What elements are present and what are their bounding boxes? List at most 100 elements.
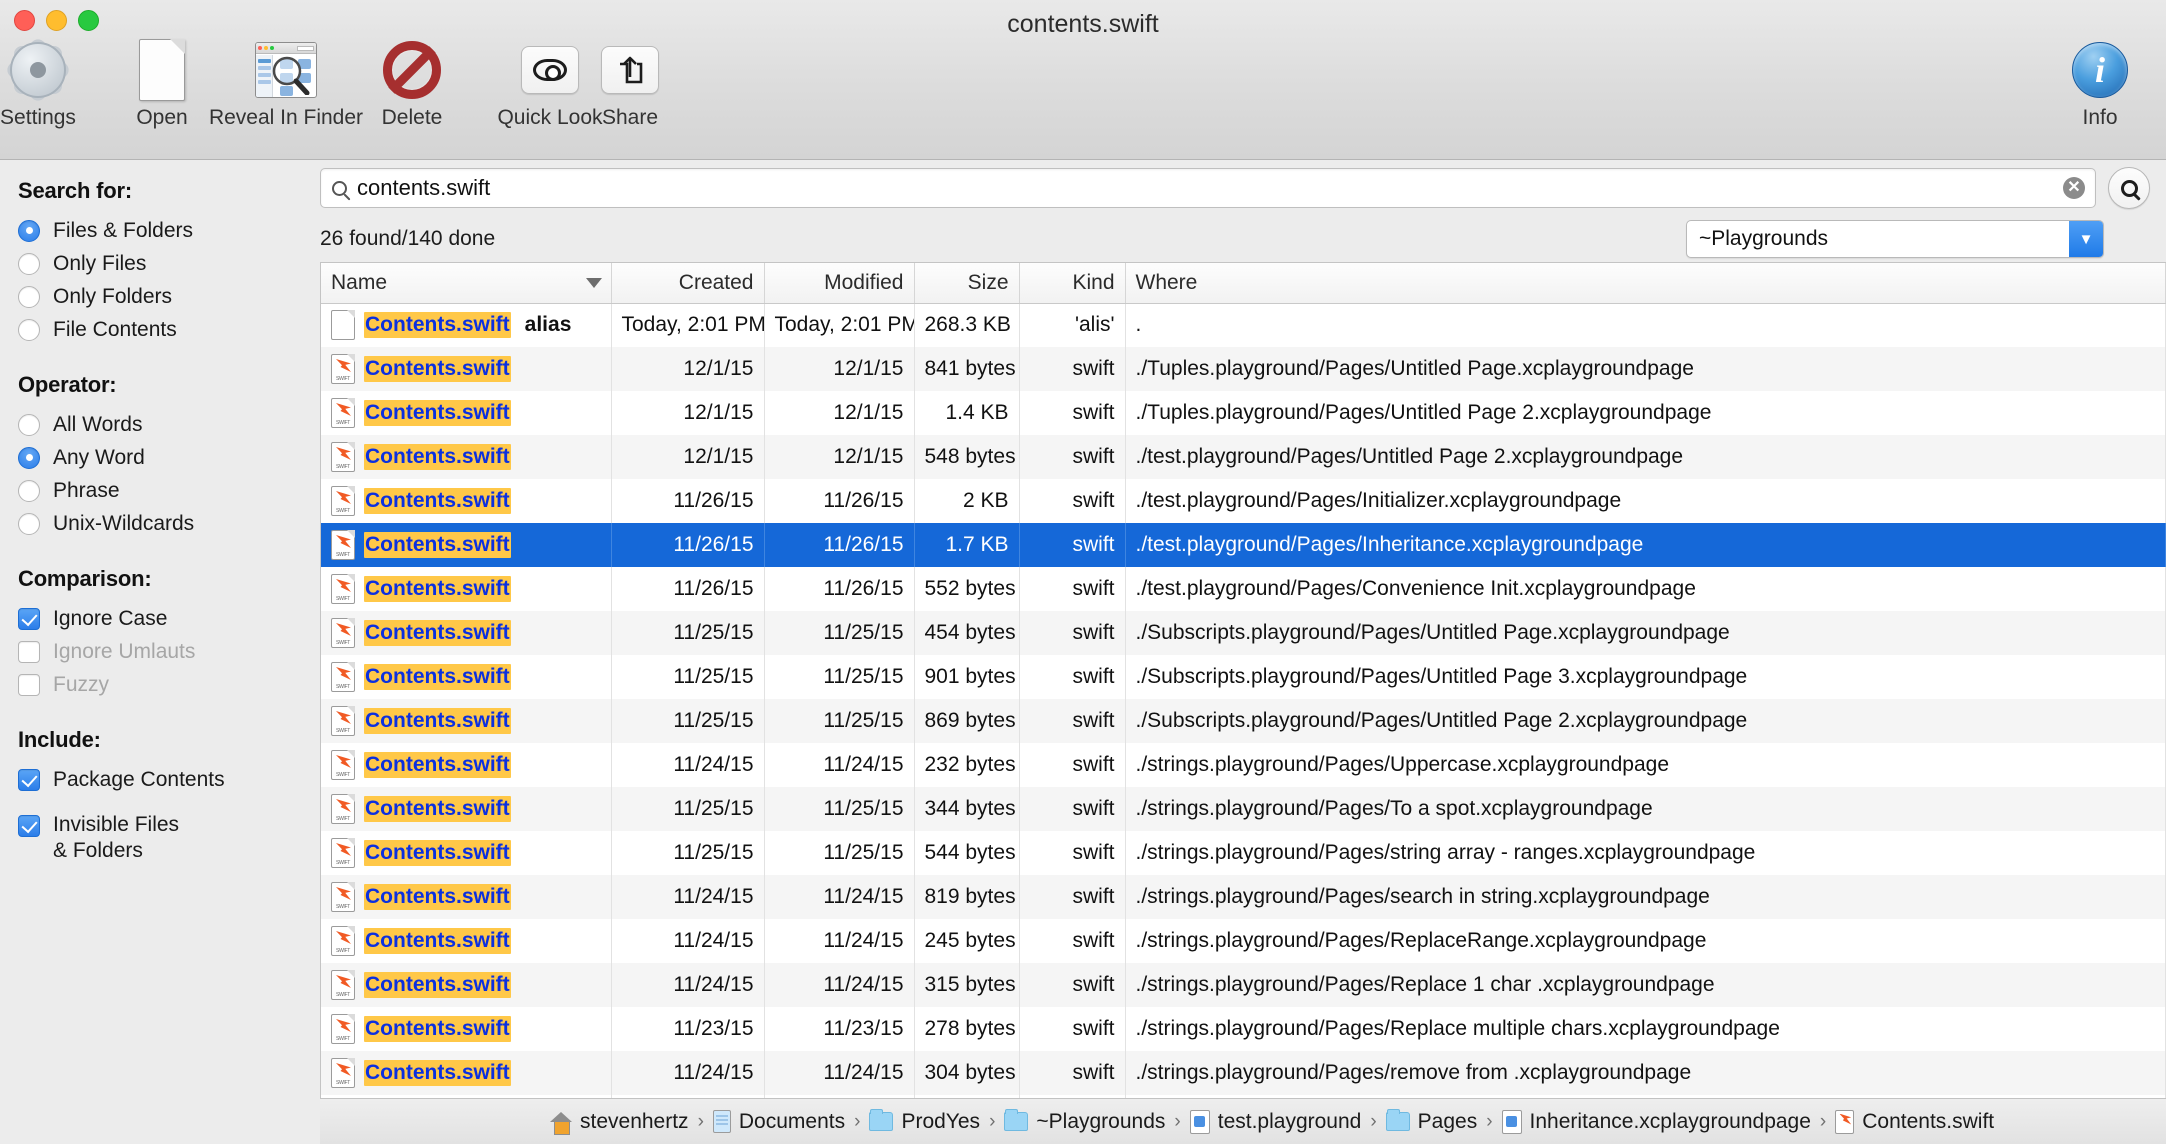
table-row[interactable]: SWIFT Contents.swift 11/24/15 11/24/15 304 b…: [321, 1051, 2166, 1095]
radio-file-contents[interactable]: File Contents: [18, 313, 320, 346]
checkbox-package-contents[interactable]: Package Contents: [18, 763, 320, 796]
file-name: Contents.swift: [364, 664, 511, 690]
table-row[interactable]: SWIFT Contents.swift 12/1/15 12/1/15 841 byt…: [321, 347, 2166, 391]
breadcrumb-item-prodyes[interactable]: ProdYes: [869, 1109, 980, 1134]
cell-modified: 12/1/15: [764, 391, 915, 435]
cell-where: ./test.playground/Pages/Initializer.xcpl…: [1125, 479, 2166, 523]
checkbox-invisible-files-and-folders[interactable]: Invisible Files & Folders: [18, 808, 320, 864]
table-row[interactable]: SWIFT Contents.swift 11/26/15 11/26/15 1.7 K…: [321, 523, 2166, 567]
toolbar-button-settings[interactable]: Settings: [0, 34, 98, 130]
checkbox-ignore-case[interactable]: Ignore Case: [18, 602, 320, 635]
cell-created: 11/25/15: [611, 655, 765, 699]
run-search-button[interactable]: [2108, 167, 2150, 209]
swift-file-icon: SWIFT: [331, 1014, 355, 1044]
checkbox-label: Ignore Umlauts: [53, 639, 196, 663]
search-input[interactable]: [357, 175, 2053, 201]
radio-indicator: [18, 512, 40, 535]
cell-where: ./strings.playground/Pages/Uppercase.xcp…: [1125, 743, 2166, 787]
table-row[interactable]: SWIFT Contents.swift 11/25/15 11/25/15 344 b…: [321, 787, 2166, 831]
body-area: Search for: Files & Folders Only Files O…: [0, 160, 2166, 1144]
checkbox-ignore-umlauts: Ignore Umlauts: [18, 635, 320, 668]
breadcrumb-item-stevenhertz[interactable]: stevenhertz: [550, 1110, 689, 1135]
breadcrumb-item-documents[interactable]: Documents: [712, 1110, 845, 1134]
table-row[interactable]: SWIFT Contents.swift 11/26/15 11/26/15 552 b…: [321, 567, 2166, 611]
cell-name: SWIFT Contents.swift: [321, 655, 612, 699]
table-row[interactable]: SWIFT Contents.swift 11/23/15 11/23/15 278 b…: [321, 1007, 2166, 1051]
radio-any-word[interactable]: Any Word: [18, 441, 320, 474]
cell-size: 819 bytes: [914, 875, 1020, 919]
cell-created: 12/1/15: [611, 347, 765, 391]
table-row[interactable]: SWIFT Contents.swift 11/25/15 11/25/15 454 b…: [321, 611, 2166, 655]
radio-phrase[interactable]: Phrase: [18, 474, 320, 507]
file-name: Contents.swift: [364, 708, 511, 734]
radio-indicator: [18, 446, 40, 469]
breadcrumb-item-playgrounds[interactable]: ~Playgrounds: [1004, 1109, 1166, 1134]
toolbar-button-share[interactable]: Share: [570, 34, 690, 130]
column-header-modified[interactable]: Modified: [764, 263, 915, 304]
breadcrumb-item-pages[interactable]: Pages: [1385, 1109, 1477, 1134]
cell-kind: 'alis': [1019, 303, 1126, 347]
app-window: contents.swift Settings Open Reveal In F…: [0, 0, 2166, 1144]
swift-file-icon: SWIFT: [331, 486, 355, 516]
radio-only-folders[interactable]: Only Folders: [18, 280, 320, 313]
radio-only-files[interactable]: Only Files: [18, 247, 320, 280]
chevron-down-icon[interactable]: ▼: [2069, 221, 2103, 257]
cell-size: 268.3 KB: [914, 303, 1020, 347]
checkbox-label: Ignore Case: [53, 606, 168, 630]
cell-created: 11/25/15: [611, 611, 765, 655]
cell-where: ./test.playground/Pages/Untitled Page 2.…: [1125, 435, 2166, 479]
column-header-where[interactable]: Where: [1125, 263, 2166, 304]
table-row[interactable]: SWIFT Contents.swift 11/24/15 11/24/15 315 b…: [321, 963, 2166, 1007]
cell-where: ./strings.playground/Pages/remove from .…: [1125, 1051, 2166, 1095]
table-row[interactable]: Contents.swift alias Today, 2:01 PM Today, …: [321, 303, 2166, 347]
clear-search-icon[interactable]: ✕: [2063, 177, 2085, 199]
breadcrumb-label: ~Playgrounds: [1036, 1109, 1166, 1133]
checkbox-fuzzy: Fuzzy: [18, 668, 320, 701]
file-name: Contents.swift: [364, 928, 511, 954]
cell-modified: 11/24/15: [764, 743, 915, 787]
options-sidebar: Search for: Files & Folders Only Files O…: [0, 160, 320, 1144]
cell-name: SWIFT Contents.swift: [321, 787, 612, 831]
cell-name: SWIFT Contents.swift: [321, 1007, 612, 1051]
toolbar-button-info[interactable]: i Info: [2040, 34, 2160, 130]
table-row[interactable]: SWIFT Contents.swift 11/24/15 11/24/15 245 b…: [321, 919, 2166, 963]
toolbar-button-delete[interactable]: Delete: [352, 34, 472, 130]
radio-label: Files & Folders: [53, 218, 194, 242]
column-header-created[interactable]: Created: [611, 263, 765, 304]
column-header-size[interactable]: Size: [914, 263, 1020, 304]
table-row[interactable]: SWIFT Contents.swift 12/1/15 12/1/15 548 byt…: [321, 435, 2166, 479]
breadcrumb-item-test-playground[interactable]: test.playground: [1189, 1109, 1361, 1134]
table-row[interactable]: SWIFT Contents.swift 11/24/15 11/24/15 232 b…: [321, 743, 2166, 787]
radio-unix-wildcards[interactable]: Unix-Wildcards: [18, 507, 320, 540]
radio-indicator: [18, 219, 40, 242]
table-row[interactable]: SWIFT Contents.swift 11/24/15 11/24/15 819 b…: [321, 875, 2166, 919]
cell-kind: swift: [1019, 611, 1126, 655]
radio-all-words[interactable]: All Words: [18, 408, 320, 441]
radio-files-and-folders[interactable]: Files & Folders: [18, 214, 320, 247]
swift-file-icon: SWIFT: [331, 530, 355, 560]
swift-file-icon: SWIFT: [331, 926, 355, 956]
table-row[interactable]: SWIFT Contents.swift 11/26/15 11/26/15 2 KB s…: [321, 479, 2166, 523]
cell-modified: 11/24/15: [764, 963, 915, 1007]
table-row[interactable]: SWIFT Contents.swift 11/25/15 11/25/15 901 b…: [321, 655, 2166, 699]
breadcrumb-item-contents-swift[interactable]: Contents.swift: [1835, 1109, 1994, 1134]
cell-size: 869 bytes: [914, 699, 1020, 743]
table-row[interactable]: SWIFT Contents.swift 11/25/15 11/25/15 869 b…: [321, 699, 2166, 743]
column-header-name[interactable]: Name: [321, 263, 612, 304]
column-header-kind[interactable]: Kind: [1019, 263, 1126, 304]
document-icon: [331, 310, 355, 341]
cell-where: ./Subscripts.playground/Pages/Untitled P…: [1125, 611, 2166, 655]
toolbar-button-reveal-in-finder[interactable]: Reveal In Finder: [196, 34, 376, 130]
table-row[interactable]: SWIFT Contents.swift 11/25/15 11/25/15 544 b…: [321, 831, 2166, 875]
search-field[interactable]: ✕: [320, 168, 2096, 208]
cell-modified: 12/1/15: [764, 347, 915, 391]
toolbar-label-info: Info: [2082, 106, 2118, 129]
search-scope-dropdown[interactable]: ~Playgrounds ▼: [1686, 220, 2104, 258]
breadcrumb-separator: ›: [1370, 1110, 1377, 1132]
finder-window-icon: [196, 34, 376, 106]
radio-label: Any Word: [53, 445, 145, 469]
breadcrumb-item-inheritance-page[interactable]: Inheritance.xcplaygroundpage: [1501, 1109, 1811, 1134]
table-row[interactable]: SWIFT Contents.swift 12/1/15 12/1/15 1.4 KB s…: [321, 391, 2166, 435]
section-title-operator: Operator:: [18, 372, 117, 397]
results-table-wrapper: Name Created Modified Size Kind Where Co…: [320, 262, 2166, 1098]
